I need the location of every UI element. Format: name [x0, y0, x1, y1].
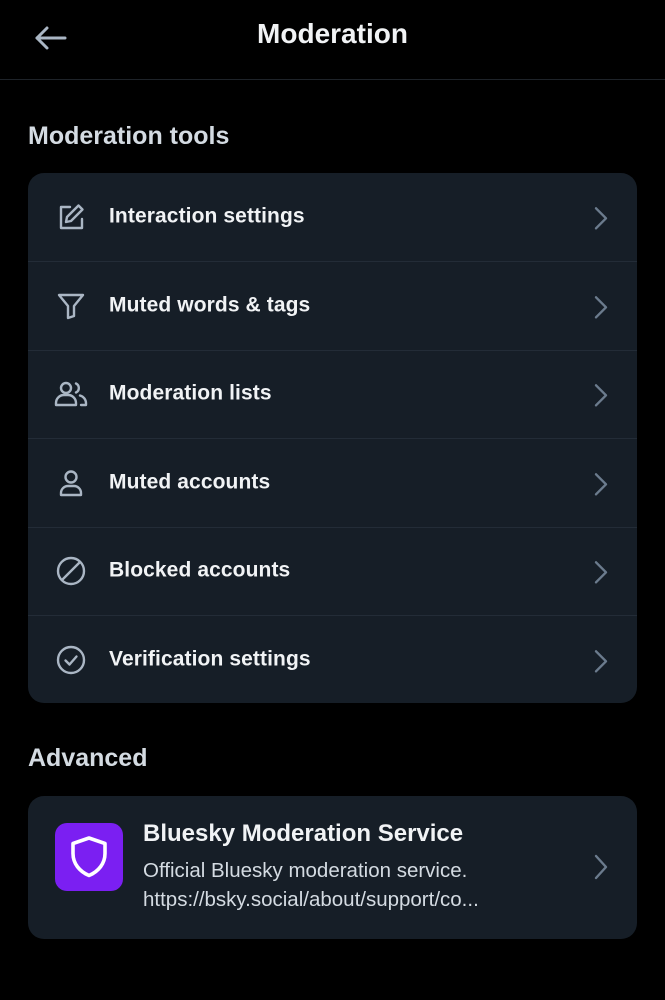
row-label: Verification settings: [109, 647, 311, 671]
top-bar: Moderation: [0, 0, 665, 80]
chevron-right-icon: [591, 205, 611, 231]
service-name: Bluesky Moderation Service: [143, 820, 464, 847]
chevron-right-icon: [591, 383, 611, 409]
row-label: Muted words & tags: [109, 293, 311, 317]
chevron-right-icon: [591, 471, 611, 497]
chevron-right-icon: [591, 294, 611, 320]
moderation-tools-card: Interaction settings Muted words & tags …: [28, 173, 637, 703]
filter-icon: [54, 289, 88, 323]
row-label: Moderation lists: [109, 381, 272, 405]
row-label: Interaction settings: [109, 204, 305, 228]
chevron-right-icon: [591, 560, 611, 586]
service-avatar: [55, 823, 123, 891]
muted-accounts-row[interactable]: Muted accounts: [28, 438, 637, 526]
check-circle-icon: [54, 643, 88, 677]
moderation-lists-row[interactable]: Moderation lists: [28, 349, 637, 438]
chevron-right-icon: [591, 648, 611, 674]
shield-icon: [71, 836, 107, 878]
block-icon: [54, 554, 88, 588]
edit-icon: [54, 200, 88, 234]
blocked-accounts-row[interactable]: Blocked accounts: [28, 526, 637, 615]
page-title: Moderation: [257, 18, 408, 49]
chevron-right-icon: [591, 853, 611, 881]
muted-words-row[interactable]: Muted words & tags: [28, 261, 637, 349]
row-label: Muted accounts: [109, 470, 271, 494]
section-title-moderation-tools: Moderation tools: [28, 122, 230, 150]
moderation-service-card[interactable]: Bluesky Moderation Service Official Blue…: [28, 796, 637, 939]
service-description-line: Official Bluesky moderation service.: [143, 859, 468, 882]
row-label: Blocked accounts: [109, 558, 291, 582]
service-url: https://bsky.social/about/support/co...: [143, 888, 479, 911]
service-description: Official Bluesky moderation service. htt…: [143, 856, 553, 914]
interaction-settings-row[interactable]: Interaction settings: [28, 173, 637, 261]
verification-settings-row[interactable]: Verification settings: [28, 614, 637, 703]
users-icon: [54, 377, 88, 411]
person-icon: [54, 466, 88, 500]
section-title-advanced: Advanced: [28, 744, 148, 772]
